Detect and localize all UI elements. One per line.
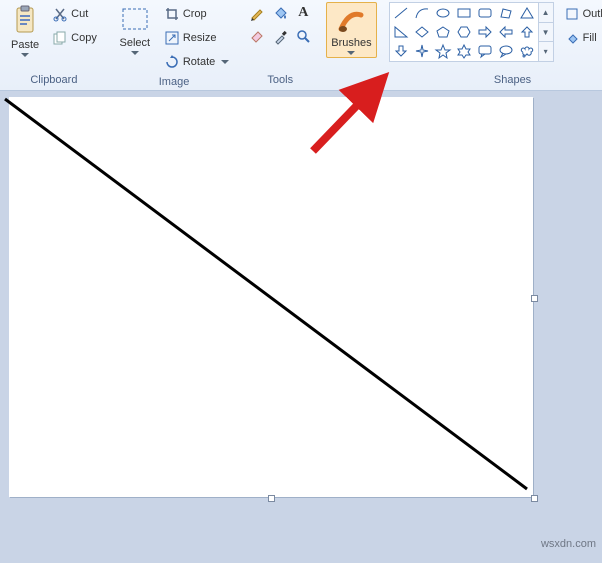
brush-icon — [335, 5, 367, 35]
gallery-up[interactable]: ▲ — [539, 3, 553, 23]
brushes-button[interactable]: Brushes — [326, 2, 376, 58]
group-tools: A Tools — [240, 0, 320, 90]
cut-label: Cut — [71, 8, 88, 20]
fill-label: Fill — [583, 32, 597, 44]
picker-tool[interactable] — [269, 25, 291, 47]
group-shapes: ▲ ▼ ▾ Outline Fill Shapes — [383, 0, 602, 90]
pencil-icon — [249, 5, 265, 21]
chevron-down-icon — [347, 51, 355, 55]
shape-arrow-right[interactable] — [475, 23, 495, 41]
shape-rectangle[interactable] — [454, 4, 474, 22]
shape-polygon[interactable] — [496, 4, 516, 22]
magnifier-tool[interactable] — [292, 25, 314, 47]
text-icon: A — [298, 5, 308, 21]
shapes-group-label: Shapes — [389, 72, 602, 90]
select-label: Select — [120, 37, 151, 49]
fill-button[interactable]: Fill — [560, 26, 602, 50]
shape-rounded-rectangle[interactable] — [475, 4, 495, 22]
crop-label: Crop — [183, 8, 207, 20]
outline-icon — [565, 7, 579, 21]
copy-button[interactable]: Copy — [48, 26, 102, 50]
shape-star-6[interactable] — [454, 42, 474, 60]
eraser-icon — [249, 28, 265, 44]
group-image: Select Crop Resize Rotate Image — [108, 0, 240, 90]
cut-icon — [53, 7, 67, 21]
handle-bottom[interactable] — [268, 495, 275, 502]
gallery-expand[interactable]: ▾ — [539, 42, 553, 61]
clipboard-group-label: Clipboard — [6, 72, 102, 90]
shape-callout-oval[interactable] — [496, 42, 516, 60]
copy-label: Copy — [71, 32, 97, 44]
crop-icon — [165, 7, 179, 21]
shape-arrow-up[interactable] — [517, 23, 537, 41]
copy-icon — [53, 31, 67, 45]
shapes-gallery-nav: ▲ ▼ ▾ — [539, 2, 554, 62]
drawing-line — [9, 97, 533, 497]
rotate-button[interactable]: Rotate — [160, 50, 234, 74]
brushes-group-label — [326, 84, 376, 90]
shape-star-5[interactable] — [433, 42, 453, 60]
resize-label: Resize — [183, 32, 217, 44]
paste-icon — [11, 5, 39, 37]
shape-callout-cloud[interactable] — [517, 42, 537, 60]
brushes-label: Brushes — [331, 37, 371, 49]
shape-arrow-left[interactable] — [496, 23, 516, 41]
group-brushes: Brushes — [320, 0, 382, 90]
outline-label: Outline — [583, 8, 602, 20]
shape-pentagon[interactable] — [433, 23, 453, 41]
eraser-tool[interactable] — [246, 25, 268, 47]
chevron-down-icon — [21, 53, 29, 57]
shape-triangle[interactable] — [517, 4, 537, 22]
resize-button[interactable]: Resize — [160, 26, 234, 50]
picker-icon — [272, 28, 288, 44]
outline-button[interactable]: Outline — [560, 2, 602, 26]
shape-callout-rounded[interactable] — [475, 42, 495, 60]
canvas-area: wsxdn.com — [0, 91, 602, 554]
handle-corner[interactable] — [531, 495, 538, 502]
fill-shape-icon — [565, 31, 579, 45]
shape-oval[interactable] — [433, 4, 453, 22]
group-clipboard: Paste Cut Copy Clipboard — [0, 0, 108, 90]
paste-button[interactable]: Paste — [6, 2, 44, 60]
fill-tool[interactable] — [269, 2, 291, 24]
select-button[interactable]: Select — [114, 2, 156, 58]
shape-star-4[interactable] — [412, 42, 432, 60]
fill-icon — [272, 5, 288, 21]
crop-button[interactable]: Crop — [160, 2, 234, 26]
cut-button[interactable]: Cut — [48, 2, 102, 26]
select-icon — [119, 5, 151, 35]
image-group-label: Image — [114, 74, 234, 92]
rotate-label: Rotate — [183, 56, 215, 68]
shape-hexagon[interactable] — [454, 23, 474, 41]
rotate-icon — [165, 55, 179, 69]
resize-icon — [165, 31, 179, 45]
shape-arrow-down[interactable] — [391, 42, 411, 60]
paste-label: Paste — [11, 39, 39, 51]
tools-group-label: Tools — [246, 72, 314, 90]
shape-line[interactable] — [391, 4, 411, 22]
shape-right-triangle[interactable] — [391, 23, 411, 41]
shape-diamond[interactable] — [412, 23, 432, 41]
canvas[interactable] — [9, 97, 533, 497]
shapes-gallery[interactable] — [389, 2, 539, 62]
gallery-down[interactable]: ▼ — [539, 23, 553, 43]
ribbon: Paste Cut Copy Clipboard Select — [0, 0, 602, 91]
watermark: wsxdn.com — [541, 538, 596, 550]
text-tool[interactable]: A — [292, 2, 314, 24]
chevron-down-icon — [131, 51, 139, 55]
handle-right[interactable] — [531, 295, 538, 302]
shape-curve[interactable] — [412, 4, 432, 22]
magnifier-icon — [295, 28, 311, 44]
chevron-down-icon — [221, 60, 229, 64]
pencil-tool[interactable] — [246, 2, 268, 24]
